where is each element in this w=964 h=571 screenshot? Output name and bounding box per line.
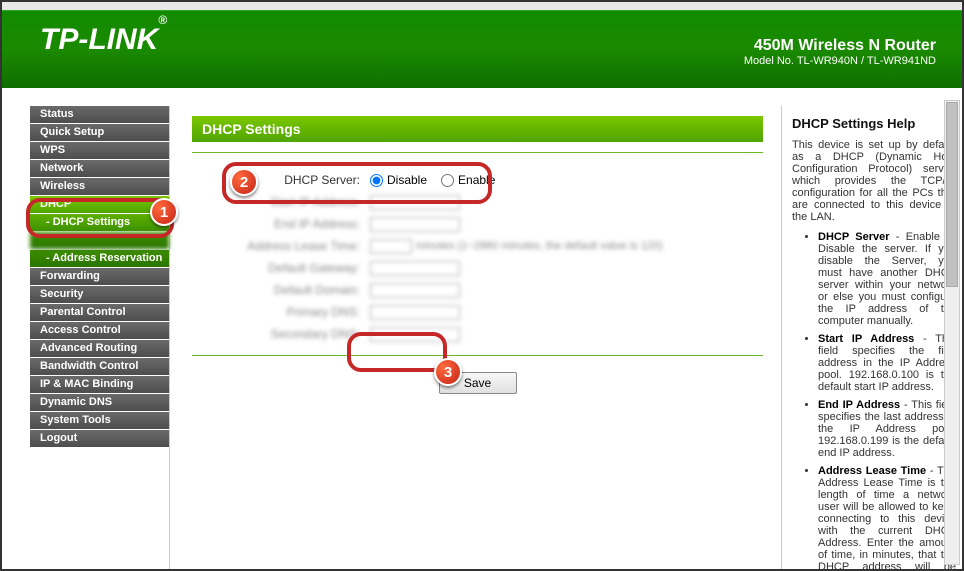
help-item: Start IP Address - This field specifies … — [818, 333, 956, 393]
row-label: Default Domain: — [240, 283, 370, 297]
nav-wireless[interactable]: Wireless — [30, 178, 169, 195]
nav-access-control[interactable]: Access Control — [30, 322, 169, 339]
help-item: End IP Address - This field specifies th… — [818, 399, 956, 459]
row-label: Address Lease Time: — [240, 239, 370, 253]
row-label: Default Gateway: — [240, 261, 370, 275]
page-title: DHCP Settings — [192, 116, 763, 142]
help-title: DHCP Settings Help — [792, 116, 956, 131]
radio-disable[interactable] — [370, 174, 383, 187]
row-label: End IP Address: — [240, 217, 370, 231]
scroll-margin — [2, 2, 962, 10]
nav-dhcp-clients[interactable] — [30, 232, 169, 249]
nav-address-reservation[interactable]: - Address Reservation — [30, 250, 169, 267]
row-label: Secondary DNS: — [240, 327, 370, 341]
dns2-input[interactable] — [370, 327, 460, 342]
nav-advanced-routing[interactable]: Advanced Routing — [30, 340, 169, 357]
nav-wps[interactable]: WPS — [30, 142, 169, 159]
model-number: Model No. TL-WR940N / TL-WR941ND — [744, 55, 936, 67]
divider — [192, 152, 763, 153]
row-label: Primary DNS: — [240, 305, 370, 319]
nav-ip-mac-binding[interactable]: IP & MAC Binding — [30, 376, 169, 393]
help-list: DHCP Server - Enable or Disable the serv… — [792, 231, 956, 569]
brand-logo: TP-LINK® — [40, 23, 167, 57]
end-ip-input[interactable] — [370, 217, 460, 232]
lease-hint: minutes (1~2880 minutes, the default val… — [416, 240, 663, 252]
product-info: 450M Wireless N Router Model No. TL-WR94… — [744, 37, 936, 67]
nav-forwarding[interactable]: Forwarding — [30, 268, 169, 285]
scrollbar-thumb[interactable] — [946, 102, 958, 287]
header-banner: TP-LINK® 450M Wireless N Router Model No… — [2, 10, 962, 88]
nav-dhcp-settings[interactable]: - DHCP Settings — [30, 214, 169, 231]
gateway-input[interactable] — [370, 261, 460, 276]
radio-enable[interactable] — [441, 174, 454, 187]
nav-dhcp[interactable]: DHCP — [30, 196, 169, 213]
router-admin-page: { "banner": { "logo": "TP-LINK", "produc… — [0, 0, 964, 571]
nav-sidebar: Status Quick Setup WPS Network Wireless … — [2, 88, 169, 569]
nav-quick-setup[interactable]: Quick Setup — [30, 124, 169, 141]
nav-status[interactable]: Status — [30, 106, 169, 123]
nav-parental-control[interactable]: Parental Control — [30, 304, 169, 321]
main-content: DHCP Settings DHCP Server: Disable Enabl… — [170, 88, 781, 569]
help-item: Address Lease Time - The Address Lease T… — [818, 465, 956, 569]
lease-input[interactable] — [370, 239, 412, 254]
nav-security[interactable]: Security — [30, 286, 169, 303]
product-title: 450M Wireless N Router — [744, 37, 936, 55]
help-panel: DHCP Settings Help This device is set up… — [782, 88, 962, 569]
start-ip-input[interactable] — [370, 195, 460, 210]
dhcp-server-label: DHCP Server: — [240, 173, 370, 187]
nav-system-tools[interactable]: System Tools — [30, 412, 169, 429]
label-enable: Enable — [458, 173, 495, 187]
help-intro: This device is set up by default as a DH… — [792, 139, 956, 223]
nav-logout[interactable]: Logout — [30, 430, 169, 447]
domain-input[interactable] — [370, 283, 460, 298]
label-disable: Disable — [387, 173, 427, 187]
divider — [192, 355, 763, 356]
nav-bandwidth-control[interactable]: Bandwidth Control — [30, 358, 169, 375]
dhcp-form: DHCP Server: Disable Enable Start IP Add… — [192, 169, 763, 345]
save-button[interactable]: Save — [439, 372, 517, 394]
dns1-input[interactable] — [370, 305, 460, 320]
help-scrollbar[interactable] — [944, 100, 960, 565]
help-item: DHCP Server - Enable or Disable the serv… — [818, 231, 956, 327]
nav-dynamic-dns[interactable]: Dynamic DNS — [30, 394, 169, 411]
nav-network[interactable]: Network — [30, 160, 169, 177]
row-label: Start IP Address: — [240, 195, 370, 209]
